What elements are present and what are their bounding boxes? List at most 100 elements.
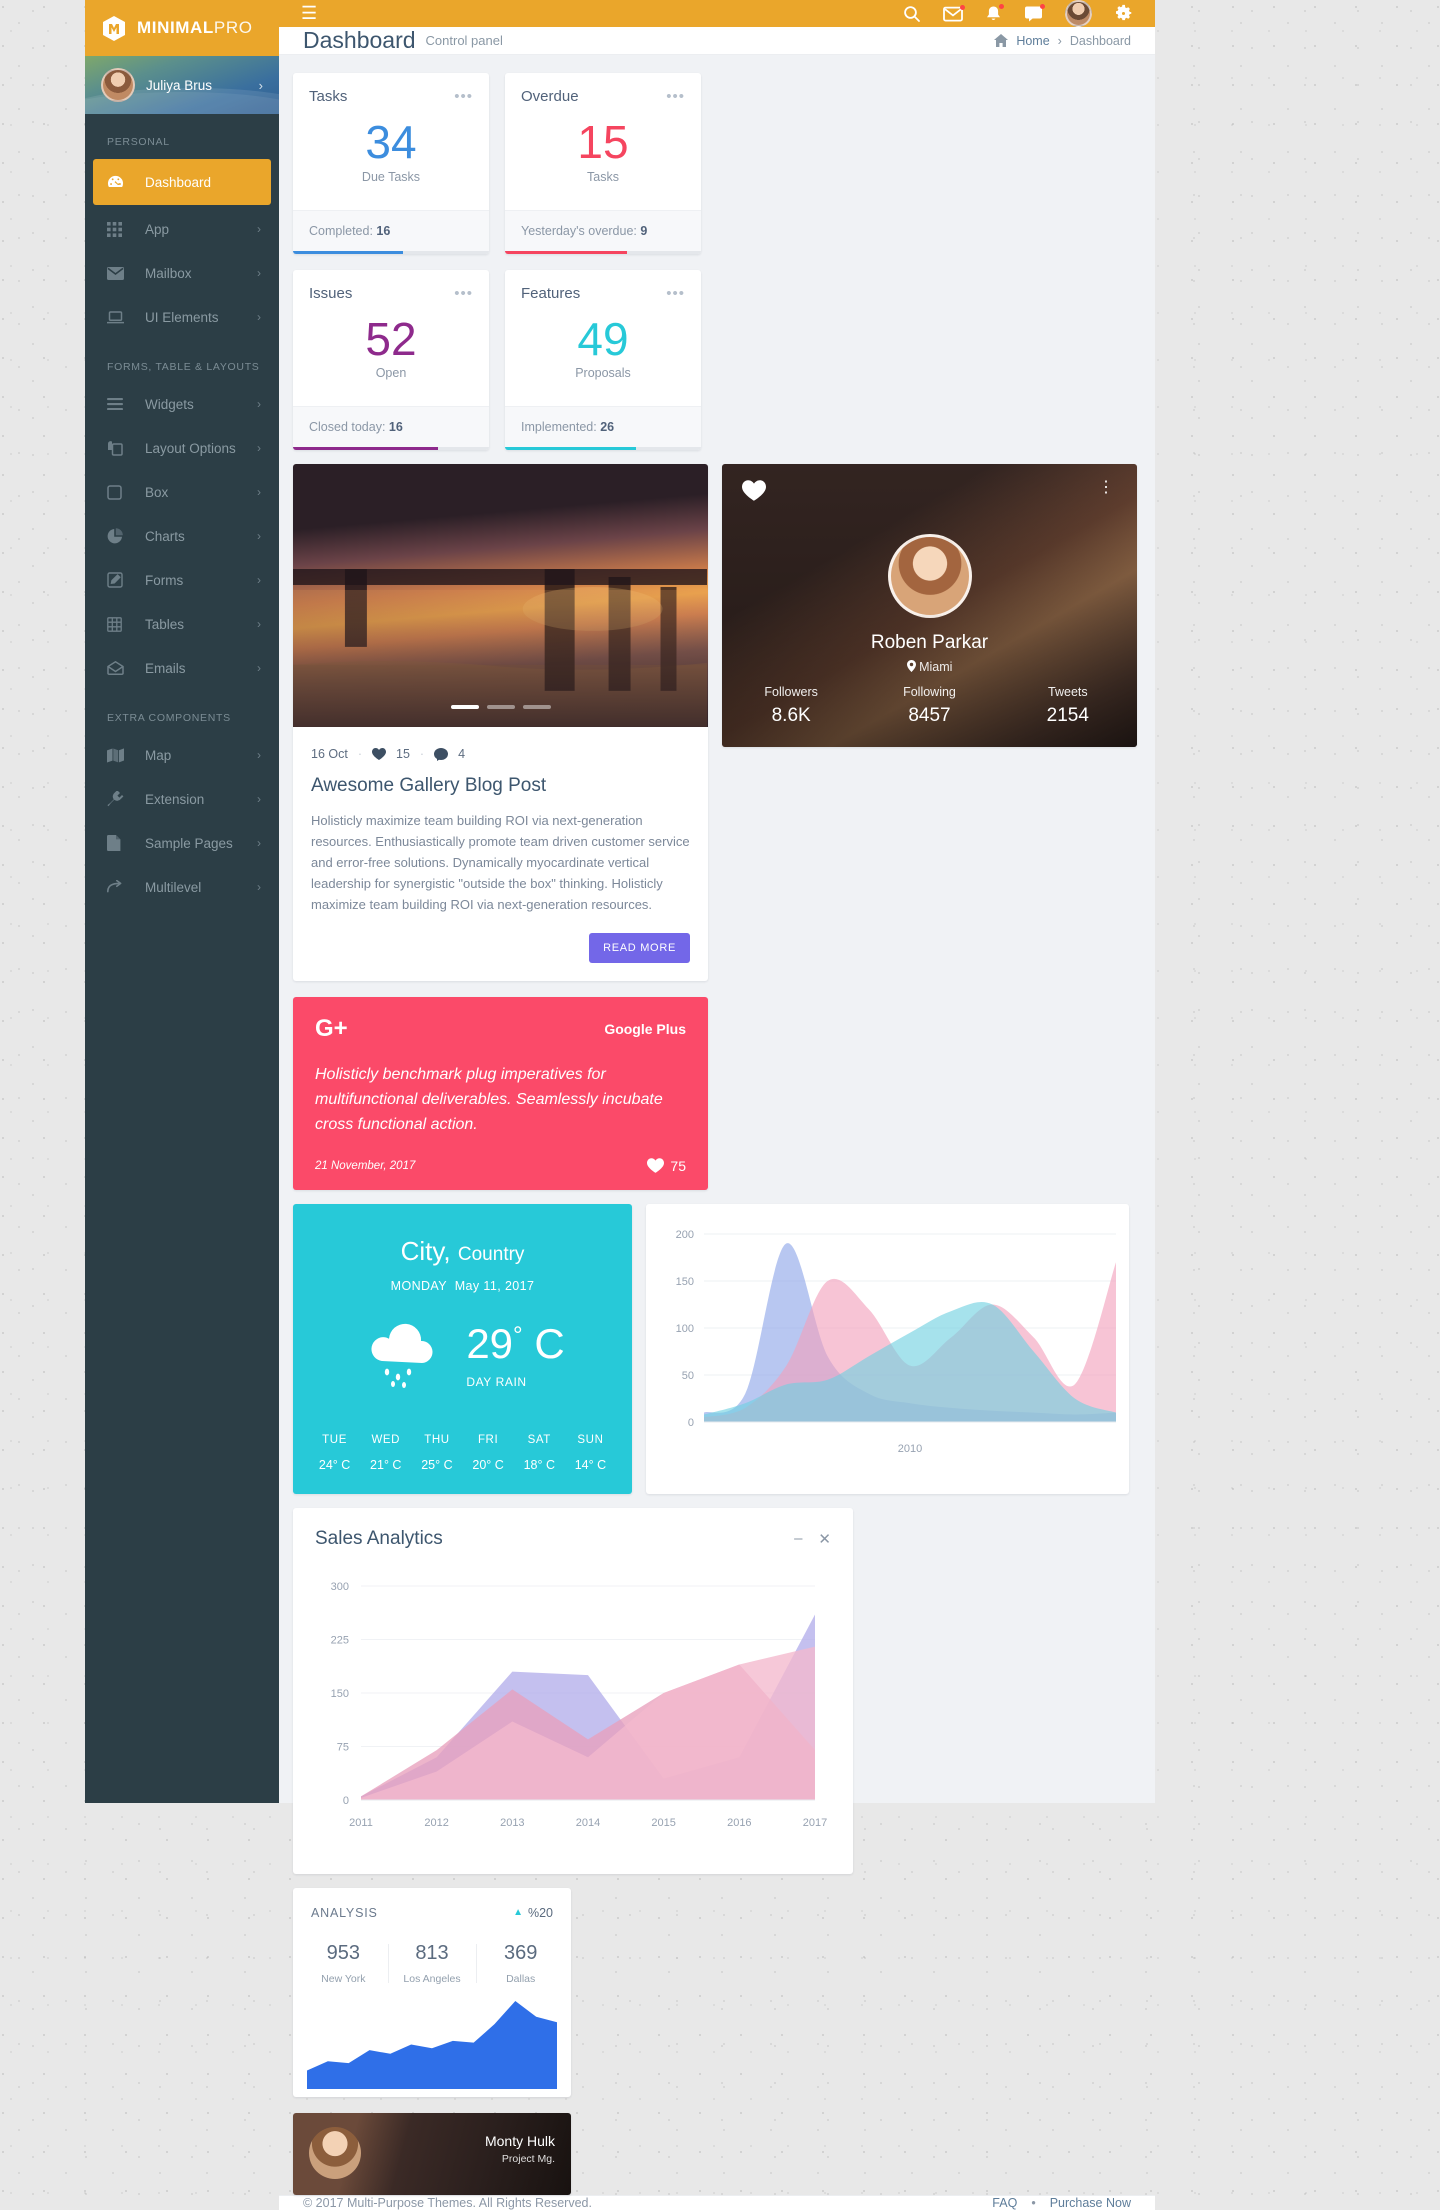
brand-name: MINIMALPRO xyxy=(137,18,253,38)
search-icon[interactable] xyxy=(903,5,921,23)
blog-date: 16 Oct xyxy=(311,747,348,762)
sidebar-section-header: EXTRA COMPONENTS xyxy=(107,712,231,724)
sidebar-item-app[interactable]: App › xyxy=(85,207,279,251)
purchase-now-link[interactable]: Purchase Now xyxy=(1050,2196,1131,2210)
envelope-icon xyxy=(107,266,133,280)
hamburger-icon[interactable]: ☰ xyxy=(301,3,317,24)
sidebar-item-map[interactable]: Map › xyxy=(85,733,279,777)
profile-stat-label: Following xyxy=(903,685,956,700)
content-area: ☰ Dashboard Control panel Home › Dashboa… xyxy=(279,0,1155,2210)
dashboard-board: Tasks ••• 34 Due Tasks Completed: 16 Overdue •… xyxy=(279,55,1155,2195)
bell-icon[interactable] xyxy=(985,3,1004,23)
weather-degree: ° xyxy=(513,1321,523,1349)
google-plus-likes[interactable]: 75 xyxy=(647,1158,686,1174)
carousel-dot[interactable] xyxy=(486,705,515,710)
sidebar-item-widgets[interactable]: Widgets › xyxy=(85,382,279,426)
pier-illustration xyxy=(293,569,708,728)
weather-unit: C xyxy=(534,1319,565,1367)
chevron-right-icon: › xyxy=(258,77,263,93)
sidebar-item-label: Emails xyxy=(145,660,186,676)
sidebar-item-ui-elements[interactable]: UI Elements › xyxy=(85,295,279,339)
hexagon-m-logo-icon xyxy=(101,15,127,42)
chevron-right-icon: › xyxy=(257,266,261,280)
analysis-city-name: Dallas xyxy=(506,1972,536,1985)
stat-card-header: Overdue ••• xyxy=(505,73,701,105)
kebab-menu-icon[interactable]: ••• xyxy=(666,286,685,301)
right-column: ANALYSIS ▲ %20 953 New York 813 Los Angeles… xyxy=(293,1887,571,2195)
sidebar-section-header: FORMS, TABLE & LAYOUTS xyxy=(107,361,260,373)
chevron-right-icon: › xyxy=(257,397,261,411)
home-icon xyxy=(994,34,1009,47)
gear-icon[interactable] xyxy=(1114,4,1133,23)
sidebar-item-label: Mailbox xyxy=(145,265,192,281)
heart-icon xyxy=(647,1158,665,1174)
weather-forecast: TUE 24° C WED 21° C THU 25° C FRI 20° C SAT 18° C… xyxy=(293,1434,632,1472)
chat-icon[interactable] xyxy=(1024,4,1045,22)
kebab-menu-icon[interactable]: ••• xyxy=(454,89,473,104)
avatar[interactable] xyxy=(1065,0,1092,27)
sidebar-item-charts[interactable]: Charts › xyxy=(85,514,279,558)
sales-controls: – ✕ xyxy=(794,1530,831,1548)
forecast-day: THU 25° C xyxy=(411,1434,462,1472)
sidebar-item-sample-pages[interactable]: Sample Pages › xyxy=(85,821,279,865)
profile-stat: Tweets 2154 xyxy=(999,685,1137,727)
stat-footer-value: 16 xyxy=(376,223,391,238)
svg-text:2010: 2010 xyxy=(898,1443,922,1455)
grid-icon xyxy=(107,221,133,237)
profile-stat: Followers 8.6K xyxy=(722,685,860,727)
sidebar-item-emails[interactable]: Emails › xyxy=(85,646,279,690)
google-plus-quote: Holisticly benchmark plug imperatives fo… xyxy=(315,1066,663,1134)
weather-condition: DAY RAIN xyxy=(466,1374,527,1389)
kebab-menu-icon[interactable]: ⋮ xyxy=(1098,480,1115,496)
sidebar-item-label: Charts xyxy=(145,528,185,544)
sidebar-item-extension[interactable]: Extension › xyxy=(85,777,279,821)
sales-body: 0 75 150 225 300 2011 2012 2013 2014 2015 2016 2017 xyxy=(293,1550,853,1874)
monty-name: Monty Hulk xyxy=(484,2132,555,2149)
stat-footer-label: Yesterday's overdue: xyxy=(521,223,637,238)
envelope-icon[interactable] xyxy=(943,4,965,22)
minimize-icon[interactable]: – xyxy=(794,1530,802,1548)
sidebar-item-multilevel[interactable]: Multilevel › xyxy=(85,865,279,909)
sidebar-item-tables[interactable]: Tables › xyxy=(85,602,279,646)
blog-comments: 4 xyxy=(458,747,466,762)
blog-text: Holisticly maximize team building ROI vi… xyxy=(311,813,690,913)
sidebar-user-box[interactable]: Juliya Brus › xyxy=(85,56,279,114)
stat-card-issues: Issues ••• 52 Open Closed today: 16 xyxy=(293,269,489,451)
meta-separator: · xyxy=(419,747,425,762)
blog-body: 16 Oct · 15 · 4 Awesome Gallery Blog Pos… xyxy=(293,727,708,981)
forecast-day-label: TUE xyxy=(322,1433,347,1446)
sidebar-nav: PERSONAL Dashboard App › Mailbox › UI Elements… xyxy=(85,114,279,909)
breadcrumb-home-link[interactable]: Home xyxy=(1016,34,1049,48)
svg-text:2012: 2012 xyxy=(424,1817,448,1829)
pencil-square-icon xyxy=(107,572,133,588)
svg-text:2016: 2016 xyxy=(727,1817,751,1829)
brand-logo-area[interactable]: MINIMALPRO xyxy=(85,0,279,56)
stat-card-header: Features ••• xyxy=(505,270,701,302)
stat-footer-value: 26 xyxy=(600,420,615,435)
footer-separator: • xyxy=(1031,2195,1036,2210)
stat-card-subtitle: Open xyxy=(375,366,407,381)
sidebar-item-mailbox[interactable]: Mailbox › xyxy=(85,251,279,295)
stat-card-title: Issues xyxy=(309,284,353,302)
kebab-menu-icon[interactable]: ••• xyxy=(666,89,685,104)
sidebar-item-box[interactable]: Box › xyxy=(85,470,279,514)
svg-text:100: 100 xyxy=(676,1323,694,1335)
table-icon xyxy=(107,616,133,632)
faq-link[interactable]: FAQ xyxy=(992,2196,1017,2210)
sidebar-item-label: Extension xyxy=(145,791,205,807)
progress-bar xyxy=(505,250,701,254)
google-plus-date: 21 November, 2017 xyxy=(315,1159,416,1172)
stat-card-footer: Implemented: 26 xyxy=(505,406,701,448)
sidebar-item-layout-options[interactable]: Layout Options › xyxy=(85,426,279,470)
kebab-menu-icon[interactable]: ••• xyxy=(454,286,473,301)
carousel-dot[interactable] xyxy=(450,705,479,710)
close-icon[interactable]: ✕ xyxy=(818,1530,831,1548)
carousel-dot[interactable] xyxy=(522,705,551,710)
read-more-button[interactable]: READ MORE xyxy=(589,933,690,964)
sidebar-item-forms[interactable]: Forms › xyxy=(85,558,279,602)
svg-text:2013: 2013 xyxy=(500,1817,524,1829)
forecast-day-label: WED xyxy=(371,1433,401,1446)
svg-text:2011: 2011 xyxy=(349,1817,373,1829)
heart-icon[interactable] xyxy=(742,480,766,501)
sidebar-item-dashboard[interactable]: Dashboard xyxy=(93,159,271,205)
